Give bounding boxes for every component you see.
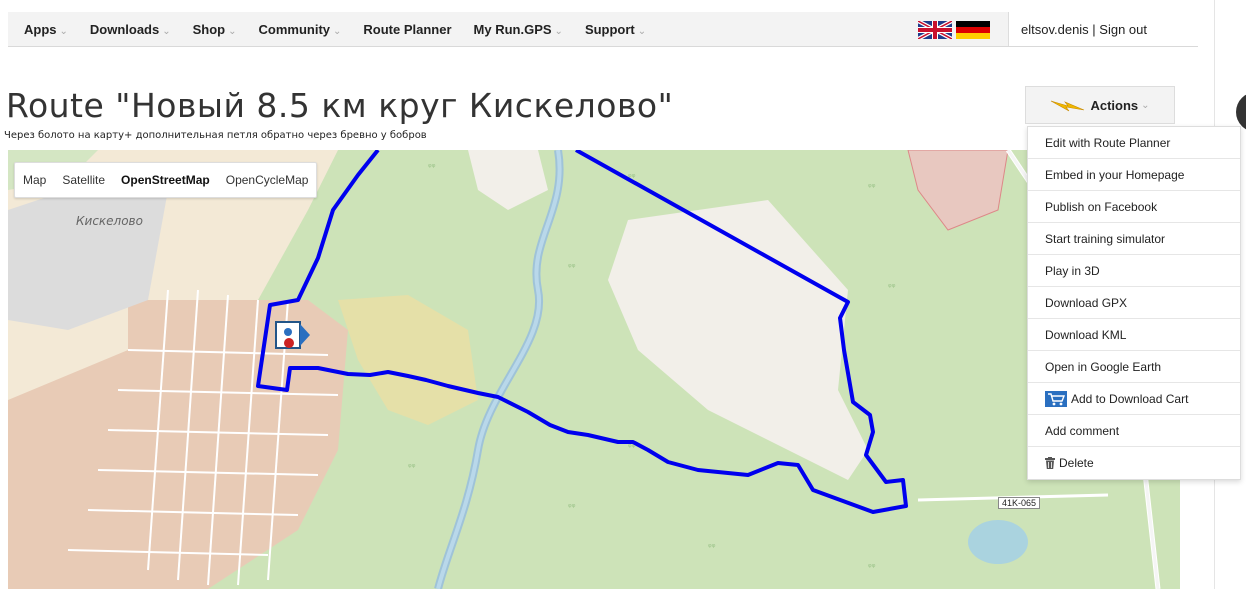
user-account-box: eltsov.denis | Sign out xyxy=(1008,12,1208,46)
menu-item-training-simulator[interactable]: Start training simulator xyxy=(1028,223,1240,255)
page-title: Route "Новый 8.5 км круг Кискелово" xyxy=(6,86,674,125)
menu-item-publish-facebook[interactable]: Publish on Facebook xyxy=(1028,191,1240,223)
svg-text:ᵠᵠ: ᵠᵠ xyxy=(868,183,876,193)
menu-item-label: Download GPX xyxy=(1045,295,1128,310)
menu-item-add-comment[interactable]: Add comment xyxy=(1028,415,1240,447)
nav-item-route-planner[interactable]: Route Planner xyxy=(363,22,451,37)
menu-item-label: Play in 3D xyxy=(1045,263,1100,278)
menu-item-google-earth[interactable]: Open in Google Earth xyxy=(1028,351,1240,383)
menu-item-label: Download KML xyxy=(1045,327,1127,342)
svg-text:ᵠᵠ: ᵠᵠ xyxy=(888,283,896,293)
trash-icon xyxy=(1045,457,1055,469)
lightning-icon xyxy=(1051,100,1085,112)
nav-item-downloads[interactable]: Downloads ⌄ xyxy=(90,22,171,37)
route-map[interactable]: ᵠᵠᵠᵠᵠᵠ ᵠᵠᵠᵠᵠᵠ ᵠᵠᵠᵠᵠᵠ ᵠᵠᵠᵠᵠᵠ Кискелово 41… xyxy=(8,150,1180,589)
menu-item-download-kml[interactable]: Download KML xyxy=(1028,319,1240,351)
nav-item-label: Apps xyxy=(24,21,57,37)
menu-item-delete[interactable]: Delete xyxy=(1028,447,1240,479)
germany-flag-icon[interactable] xyxy=(956,21,990,39)
nav-item-label: Route Planner xyxy=(363,21,452,37)
menu-item-download-cart[interactable]: Add to Download Cart xyxy=(1028,383,1240,415)
route-description: Через болото на карту+ дополнительная пе… xyxy=(4,130,427,141)
chevron-down-icon: ⌄ xyxy=(162,25,171,37)
map-type-switcher: Map Satellite OpenStreetMap OpenCycleMap xyxy=(14,162,318,198)
menu-item-label: Publish on Facebook xyxy=(1045,199,1158,214)
menu-item-embed-homepage[interactable]: Embed in your Homepage xyxy=(1028,159,1240,191)
chevron-down-icon: ⌄ xyxy=(637,25,647,37)
chevron-down-icon: ⌄ xyxy=(228,25,237,37)
tab-openstreetmap[interactable]: OpenStreetMap xyxy=(113,173,218,187)
menu-item-label: Add comment xyxy=(1045,423,1120,438)
tab-opencyclemap[interactable]: OpenCycleMap xyxy=(218,173,317,187)
nav-item-my-rungps[interactable]: My Run.GPS ⌄ xyxy=(474,22,563,37)
cart-icon xyxy=(1045,390,1067,407)
nav-item-label: Downloads xyxy=(89,21,160,37)
tab-map[interactable]: Map xyxy=(15,173,54,187)
svg-text:ᵠᵠ: ᵠᵠ xyxy=(868,563,876,573)
language-flags xyxy=(918,21,990,39)
menu-item-label: Delete xyxy=(1059,456,1094,470)
nav-item-label: Support xyxy=(584,21,635,37)
nav-item-support[interactable]: Support ⌄ xyxy=(585,22,646,37)
tab-satellite[interactable]: Satellite xyxy=(54,173,113,187)
chevron-down-icon: ⌄ xyxy=(1141,99,1150,111)
nav-item-shop[interactable]: Shop ⌄ xyxy=(193,22,237,37)
svg-text:ᵠᵠ: ᵠᵠ xyxy=(708,543,716,553)
chevron-down-icon: ⌄ xyxy=(333,25,342,37)
nav-item-label: Community xyxy=(258,21,331,37)
road-number-label: 41K-065 xyxy=(998,497,1041,509)
nav-item-label: Shop xyxy=(192,21,226,37)
chevron-down-icon: ⌄ xyxy=(554,25,563,37)
menu-item-label: Edit with Route Planner xyxy=(1045,135,1171,150)
nav-item-community[interactable]: Community ⌄ xyxy=(259,22,342,37)
nav-item-label: My Run.GPS xyxy=(473,21,552,37)
menu-item-play-3d[interactable]: Play in 3D xyxy=(1028,255,1240,287)
svg-text:ᵠᵠ: ᵠᵠ xyxy=(568,263,576,273)
menu-item-label: Open in Google Earth xyxy=(1045,359,1162,374)
uk-flag-icon[interactable] xyxy=(918,21,952,39)
svg-text:ᵠᵠ: ᵠᵠ xyxy=(408,463,416,473)
menu-item-label: Add to Download Cart xyxy=(1071,391,1189,406)
nav-item-apps[interactable]: Apps ⌄ xyxy=(24,22,68,37)
menu-item-label: Start training simulator xyxy=(1045,231,1166,246)
chevron-down-icon: ⌄ xyxy=(59,25,68,37)
menu-item-download-gpx[interactable]: Download GPX xyxy=(1028,287,1240,319)
town-label: Кискелово xyxy=(76,214,143,228)
actions-button[interactable]: Actions ⌄ xyxy=(1025,86,1175,124)
menu-item-label: Embed in your Homepage xyxy=(1045,167,1185,182)
actions-menu: Edit with Route Planner Embed in your Ho… xyxy=(1027,126,1241,480)
svg-text:ᵠᵠ: ᵠᵠ xyxy=(428,163,436,173)
top-navigation-bar: Apps ⌄ Downloads ⌄ Shop ⌄ Community ⌄ Route … xyxy=(8,12,1208,47)
map-canvas: ᵠᵠᵠᵠᵠᵠ ᵠᵠᵠᵠᵠᵠ ᵠᵠᵠᵠᵠᵠ ᵠᵠᵠᵠᵠᵠ xyxy=(8,150,1180,589)
menu-item-edit-route-planner[interactable]: Edit with Route Planner xyxy=(1028,127,1240,159)
actions-label: Actions xyxy=(1090,97,1139,113)
user-signout-link[interactable]: eltsov.denis | Sign out xyxy=(1021,22,1147,37)
svg-text:ᵠᵠ: ᵠᵠ xyxy=(568,503,576,513)
main-nav: Apps ⌄ Downloads ⌄ Shop ⌄ Community ⌄ Route … xyxy=(24,12,668,46)
